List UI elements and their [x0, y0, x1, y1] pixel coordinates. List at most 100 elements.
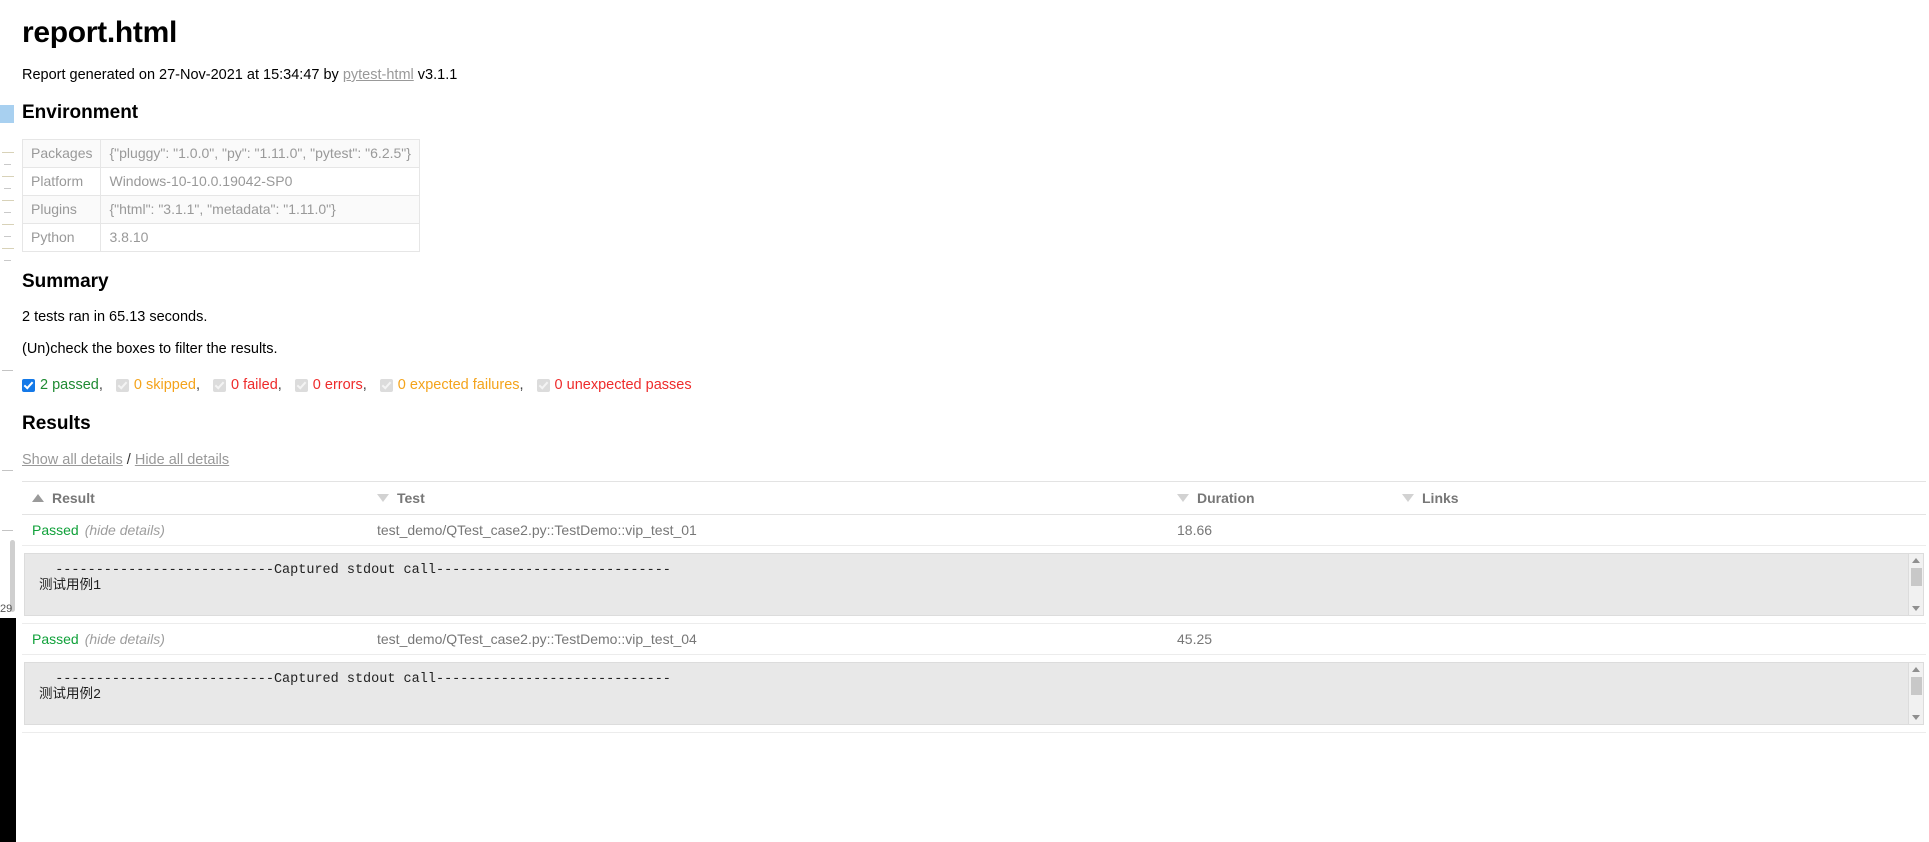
column-label: Duration	[1197, 490, 1255, 506]
env-key: Plugins	[21, 195, 102, 224]
environment-heading: Environment	[22, 102, 139, 123]
filter-label: 2 passed	[40, 377, 99, 393]
stdout-log-panel: ---------------------------Captured stdo…	[24, 662, 1924, 725]
result-status: Passed	[32, 631, 79, 647]
filter-errors[interactable]: 0 errors,	[294, 377, 367, 393]
filter-failed[interactable]: 0 failed,	[213, 377, 282, 393]
page-title: report.html	[22, 16, 178, 49]
result-filters: 2 passed, 0 skipped, 0 failed, 0 errors,…	[22, 377, 1929, 393]
scroll-down-icon[interactable]	[1912, 715, 1920, 720]
cell-duration: 45.25	[1167, 623, 1392, 655]
scroll-up-icon[interactable]	[1912, 667, 1920, 672]
log-row: ---------------------------Captured stdo…	[22, 545, 1926, 624]
show-all-details-link[interactable]: Show all details	[22, 452, 123, 468]
checkbox-passed[interactable]	[22, 378, 35, 392]
gutter-line-number: 29	[0, 603, 13, 615]
gutter-minimap-lines	[2, 152, 14, 292]
gutter-dark-strip	[0, 618, 16, 842]
gutter-scrollbar-thumb[interactable]	[10, 540, 15, 612]
filter-label: 0 unexpected passes	[554, 377, 692, 393]
generator-version: v3.1.1	[413, 67, 458, 83]
filter-label: 0 expected failures	[397, 377, 520, 393]
gutter-highlight-marker	[0, 105, 14, 123]
hide-all-details-link[interactable]: Hide all details	[135, 452, 229, 468]
env-key: Python	[21, 223, 102, 252]
scrollbar-thumb[interactable]	[1911, 677, 1922, 695]
filter-unexpected-passes[interactable]: 0 unexpected passes	[536, 377, 692, 393]
result-status: Passed	[32, 522, 79, 538]
filter-hint: (Un)check the boxes to filter the result…	[22, 341, 278, 357]
env-value: Windows-10-10.0.19042-SP0	[100, 167, 420, 196]
table-row: Python 3.8.10	[21, 223, 420, 252]
checkbox-failed[interactable]	[213, 378, 226, 392]
stdout-log-panel: ---------------------------Captured stdo…	[24, 553, 1924, 616]
cell-log: ---------------------------Captured stdo…	[22, 654, 1926, 733]
column-header-test[interactable]: Test	[367, 481, 1167, 515]
cell-duration: 18.66	[1167, 514, 1392, 546]
table-row: Plugins {"html": "3.1.1", "metadata": "1…	[21, 195, 420, 224]
filter-comma: ,	[195, 377, 200, 393]
checkbox-skipped[interactable]	[115, 378, 129, 392]
scroll-down-icon[interactable]	[1912, 606, 1920, 611]
env-key: Platform	[21, 167, 102, 196]
generated-prefix: Report generated on 27-Nov-2021 at 15:34…	[22, 67, 343, 83]
cell-result: Passed (hide details)	[22, 514, 367, 546]
column-header-result[interactable]: Result	[22, 481, 367, 515]
cell-test-id: test_demo/QTest_case2.py::TestDemo::vip_…	[367, 514, 1167, 546]
env-value: {"html": "3.1.1", "metadata": "1.11.0"}	[100, 195, 420, 224]
toggle-details-link[interactable]: (hide details)	[85, 631, 165, 647]
filter-label: 0 errors	[312, 377, 363, 393]
toggle-details-link[interactable]: (hide details)	[85, 522, 165, 538]
checkbox-unexpected-passes[interactable]	[536, 378, 550, 392]
gutter-rule	[2, 470, 13, 471]
scroll-up-icon[interactable]	[1912, 558, 1920, 563]
checkbox-errors[interactable]	[294, 378, 308, 392]
report-page: 29 report.html Report generated on 27-No…	[0, 0, 1929, 842]
cell-log: ---------------------------Captured stdo…	[22, 545, 1926, 624]
filter-comma: ,	[98, 377, 103, 393]
generated-line: Report generated on 27-Nov-2021 at 15:34…	[22, 67, 1929, 83]
gutter-rule	[2, 530, 13, 531]
summary-heading: Summary	[22, 271, 109, 292]
column-label: Test	[397, 490, 425, 506]
tests-run-line: 2 tests ran in 65.13 seconds.	[22, 309, 208, 325]
table-row: Packages {"pluggy": "1.0.0", "py": "1.11…	[21, 139, 420, 168]
pytest-html-link[interactable]: pytest-html	[343, 67, 414, 83]
checkbox-expected-failures[interactable]	[379, 378, 393, 392]
stdout-log-text: ---------------------------Captured stdo…	[39, 563, 671, 594]
table-row: Platform Windows-10-10.0.19042-SP0	[21, 167, 420, 196]
filter-expected-failures[interactable]: 0 expected failures,	[379, 377, 524, 393]
sort-descending-icon	[1177, 494, 1189, 502]
column-header-links[interactable]: Links	[1392, 481, 1926, 515]
column-label: Result	[52, 490, 95, 506]
log-scrollbar[interactable]	[1908, 663, 1923, 724]
scrollbar-thumb[interactable]	[1911, 568, 1922, 586]
left-gutter: 29	[0, 0, 16, 842]
log-row: ---------------------------Captured stdo…	[22, 654, 1926, 733]
details-toggle-links: Show all details / Hide all details	[22, 452, 1929, 468]
filter-comma: ,	[519, 377, 524, 393]
filter-skipped[interactable]: 0 skipped,	[115, 377, 200, 393]
filter-passed[interactable]: 2 passed,	[22, 377, 103, 393]
column-header-duration[interactable]: Duration	[1167, 481, 1392, 515]
log-scrollbar[interactable]	[1908, 554, 1923, 615]
gutter-rule	[2, 370, 13, 371]
results-heading: Results	[22, 413, 91, 434]
report-content: report.html Report generated on 27-Nov-2…	[21, 0, 1929, 733]
env-value: {"pluggy": "1.0.0", "py": "1.11.0", "pyt…	[100, 139, 420, 168]
column-label: Links	[1422, 490, 1459, 506]
env-key: Packages	[21, 139, 102, 168]
cell-links	[1392, 623, 1926, 655]
stdout-log-text: ---------------------------Captured stdo…	[39, 672, 671, 703]
cell-test-id: test_demo/QTest_case2.py::TestDemo::vip_…	[367, 623, 1167, 655]
sort-ascending-icon	[32, 494, 44, 502]
table-row: Passed (hide details) test_demo/QTest_cas…	[22, 623, 1926, 655]
env-value: 3.8.10	[100, 223, 420, 252]
filter-comma: ,	[362, 377, 367, 393]
cell-links	[1392, 514, 1926, 546]
results-table: Result Test Duration Links Passed (hide …	[22, 481, 1926, 733]
filter-comma: ,	[277, 377, 282, 393]
sort-descending-icon	[1402, 494, 1414, 502]
filter-label: 0 failed	[231, 377, 278, 393]
link-separator: /	[126, 452, 131, 468]
